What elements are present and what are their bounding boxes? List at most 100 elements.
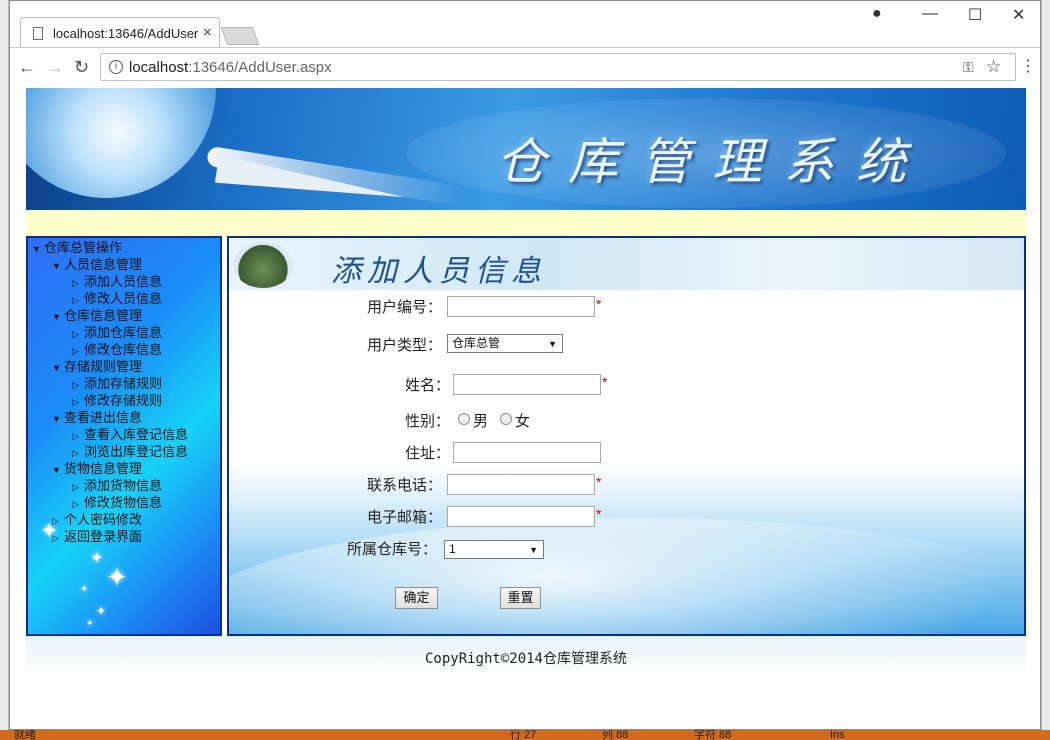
confirm-button[interactable]: 确定 — [395, 587, 438, 609]
tree-leaf[interactable]: ▷ 修改货物信息 — [72, 495, 162, 512]
status-ins: Ins — [830, 730, 845, 740]
sparkle-icon: ✦ — [96, 604, 107, 618]
address-bar[interactable]: i localhost:13646/AddUser.aspx ⚿ ☆ — [100, 53, 1016, 81]
sparkle-icon: ✦ — [106, 562, 128, 592]
status-text: 就绪 — [14, 730, 36, 740]
leaf-icon: ▷ — [72, 397, 79, 407]
maximize-icon[interactable]: ☐ — [968, 5, 982, 25]
sparkle-icon: ✦ — [80, 584, 89, 595]
ant-mascot-graphic — [233, 242, 293, 288]
tree-leaf[interactable]: ▷ 添加仓库信息 — [72, 325, 162, 342]
page-icon — [33, 27, 43, 40]
tree-group[interactable]: ▼ 人员信息管理 — [52, 257, 142, 274]
tree-group[interactable]: ▼ 仓库信息管理 — [52, 308, 142, 325]
browser-toolbar: ← → ↻ i localhost:13646/AddUser.aspx ⚿ ☆… — [10, 47, 1040, 87]
user-type-select[interactable]: 仓库总管 ▼ — [447, 334, 563, 353]
tree-leaf[interactable]: ▷ 修改人员信息 — [72, 291, 162, 308]
tab-close-icon[interactable]: × — [203, 24, 212, 41]
tree-leaf[interactable]: ▷ 添加存储规则 — [72, 376, 162, 393]
key-icon[interactable]: ⚿ — [963, 59, 974, 76]
sparkle-icon: ✦ — [90, 550, 104, 567]
sidebar-tree: ▼ 仓库总管操作 ▼ 人员信息管理 ▷ 添加人员信息 ▷ 修改人员信息 ▼ 仓库信息管理 … — [26, 236, 222, 636]
warehouse-label: 所属仓库号： — [347, 541, 438, 558]
expand-icon: ▼ — [52, 261, 61, 271]
expand-icon: ▼ — [32, 244, 41, 254]
leaf-icon: ▷ — [72, 380, 79, 390]
back-icon[interactable]: ← — [18, 57, 36, 78]
expand-icon: ▼ — [52, 312, 61, 322]
reset-button[interactable]: 重置 — [500, 587, 541, 609]
gender-label: 性别： — [405, 413, 451, 430]
name-label: 姓名： — [405, 377, 451, 394]
email-input[interactable] — [447, 506, 595, 527]
required-mark: * — [602, 374, 608, 390]
gender-female-label: 女 — [515, 413, 531, 430]
content-header: 添加人员信息 — [229, 238, 1024, 290]
required-mark: * — [596, 296, 602, 312]
leaf-icon: ▷ — [72, 278, 79, 288]
user-id-input[interactable] — [447, 296, 595, 317]
bookmark-star-icon[interactable]: ☆ — [986, 57, 1001, 77]
leaf-icon: ▷ — [72, 482, 79, 492]
tree-root[interactable]: ▼ 仓库总管操作 — [32, 240, 122, 257]
page-title: 添加人员信息 — [331, 254, 547, 289]
reload-icon[interactable]: ↻ — [74, 57, 89, 78]
status-col: 列 88 — [602, 730, 629, 740]
expand-icon: ▼ — [52, 363, 61, 373]
menu-icon[interactable]: ⋮ — [1020, 56, 1036, 76]
gender-male-label: 男 — [473, 413, 489, 430]
sparkle-icon: ✦ — [40, 518, 59, 543]
tree-group[interactable]: ▼ 查看进出信息 — [52, 410, 142, 427]
url-text[interactable]: localhost:13646/AddUser.aspx — [129, 59, 332, 76]
system-title: 仓库管理系统 — [496, 133, 928, 191]
yellow-bar — [26, 210, 1026, 236]
required-mark: * — [596, 506, 602, 522]
tree-leaf[interactable]: ▷ 修改存储规则 — [72, 393, 162, 410]
chevron-down-icon: ▼ — [529, 545, 538, 555]
desktop-left-strip — [0, 0, 9, 740]
leaf-icon: ▷ — [72, 329, 79, 339]
leaf-icon: ▷ — [72, 499, 79, 509]
tree-leaf[interactable]: ▷ 浏览出库登记信息 — [72, 444, 188, 461]
page-footer: CopyRight©2014仓库管理系统 — [26, 636, 1026, 678]
tree-leaf[interactable]: ▷ 添加货物信息 — [72, 478, 162, 495]
expand-icon: ▼ — [52, 414, 61, 424]
profile-icon[interactable]: ● — [872, 5, 882, 23]
close-window-icon[interactable]: ✕ — [1012, 5, 1025, 25]
chevron-down-icon: ▼ — [548, 339, 557, 349]
leaf-icon: ▷ — [72, 295, 79, 305]
editor-status-bar: 就绪 行 27 列 88 字符 88 Ins — [0, 730, 1050, 740]
info-icon[interactable]: i — [109, 60, 123, 74]
tree-leaf[interactable]: ▷ 返回登录界面 — [52, 529, 142, 546]
leaf-icon: ▷ — [72, 431, 79, 441]
main-content-panel: 添加人员信息 用户编号： * 用户类型： 仓库总管 ▼ 姓名： * 性别： 男 女… — [227, 236, 1026, 636]
tree-group[interactable]: ▼ 存储规则管理 — [52, 359, 142, 376]
sparkle-icon: ✦ — [86, 618, 94, 628]
browser-window: localhost:13646/AddUser.aspx × ● — ☐ ✕ ←… — [9, 0, 1041, 730]
status-row: 行 27 — [510, 730, 537, 740]
tree-leaf[interactable]: ▷ 个人密码修改 — [52, 512, 142, 529]
leaf-icon: ▷ — [72, 448, 79, 458]
planet-graphic — [26, 88, 216, 198]
phone-input[interactable] — [447, 474, 595, 495]
gender-female-radio[interactable] — [500, 413, 512, 425]
browser-tab[interactable]: localhost:13646/AddUser.aspx × — [20, 17, 220, 48]
address-label: 住址： — [405, 445, 451, 462]
tab-strip: localhost:13646/AddUser.aspx × ● — ☐ ✕ — [10, 1, 1040, 48]
forward-icon[interactable]: → — [46, 57, 64, 78]
tab-title: localhost:13646/AddUser.aspx — [53, 26, 198, 41]
required-mark: * — [596, 474, 602, 490]
tree-leaf[interactable]: ▷ 修改仓库信息 — [72, 342, 162, 359]
new-tab-button[interactable] — [220, 27, 260, 45]
warehouse-select[interactable]: 1 ▼ — [444, 540, 544, 559]
tree-group[interactable]: ▼ 货物信息管理 — [52, 461, 142, 478]
tree-leaf[interactable]: ▷ 查看入库登记信息 — [72, 427, 188, 444]
tree-leaf[interactable]: ▷ 添加人员信息 — [72, 274, 162, 291]
gender-male-radio[interactable] — [458, 413, 470, 425]
name-input[interactable] — [453, 374, 601, 395]
phone-label: 联系电话： — [367, 477, 443, 494]
leaf-icon: ▷ — [72, 346, 79, 356]
web-page: 仓库管理系统 ▼ 仓库总管操作 ▼ 人员信息管理 ▷ 添加人员信息 ▷ 修改人员信息 ▼… — [10, 88, 1040, 729]
minimize-icon[interactable]: — — [922, 5, 938, 23]
address-input[interactable] — [453, 442, 601, 463]
